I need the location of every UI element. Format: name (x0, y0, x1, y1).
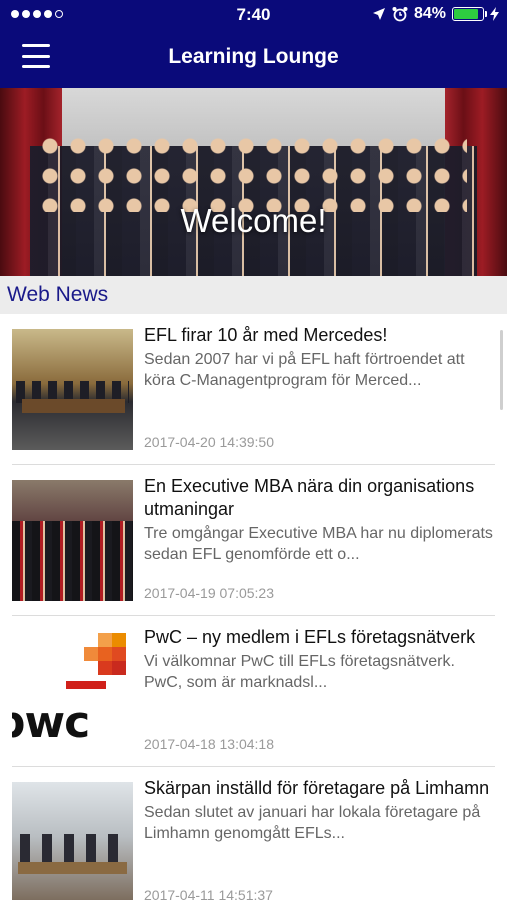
news-thumbnail (12, 480, 133, 601)
status-bar: 7:40 84% (0, 0, 507, 30)
news-title: Skärpan inställd för företagare på Limha… (144, 778, 490, 798)
charging-bolt-icon (490, 7, 499, 21)
top-bar: 7:40 84% Learning Lounge (0, 0, 507, 88)
news-title: PwC – ny medlem i EFLs företagsnätverk (144, 627, 476, 647)
news-date: 2017-04-11 14:51:37 (144, 887, 273, 900)
battery-percent: 84% (413, 5, 446, 22)
news-item[interactable]: Skärpan inställd för företagare på Limha… (0, 767, 507, 900)
status-right: 84% (372, 5, 499, 23)
news-title: En Executive MBA nära din organisations … (144, 476, 475, 519)
alarm-clock-icon (392, 7, 408, 22)
app-title: Learning Lounge (168, 45, 339, 68)
hero-caption: Welcome! (180, 202, 327, 239)
news-thumbnail (12, 329, 133, 450)
location-arrow-icon (372, 8, 385, 20)
section-header: Web News (0, 276, 507, 314)
section-title: Web News (7, 283, 109, 306)
news-item[interactable]: En Executive MBA nära din organisations … (0, 465, 507, 616)
hero-banner[interactable]: Welcome! (0, 88, 507, 276)
news-item[interactable]: EFL firar 10 år med Mercedes! Sedan 2007… (0, 314, 507, 465)
news-date: 2017-04-18 13:04:18 (144, 736, 274, 752)
news-date: 2017-04-20 14:39:50 (144, 434, 274, 450)
news-excerpt: Vi välkomnar PwC till EFLs företagsnätve… (144, 653, 455, 691)
news-item[interactable]: pwc PwC – ny medlem i EFLs företagsnätve… (0, 616, 507, 767)
news-excerpt: Sedan slutet av januari har lokala föret… (144, 804, 481, 842)
news-title: EFL firar 10 år med Mercedes! (144, 325, 388, 345)
graduates-faces (40, 132, 467, 212)
pwc-logo-text: pwc (12, 697, 90, 748)
news-date: 2017-04-19 07:05:23 (144, 585, 274, 601)
news-thumbnail (12, 782, 133, 900)
news-excerpt: Sedan 2007 har vi på EFL haft förtroende… (144, 351, 465, 389)
scrollbar[interactable] (500, 330, 503, 410)
battery-icon (452, 7, 487, 21)
pwc-logo-thumbnail: pwc (12, 631, 133, 752)
news-excerpt: Tre omgångar Executive MBA har nu diplom… (144, 525, 493, 563)
